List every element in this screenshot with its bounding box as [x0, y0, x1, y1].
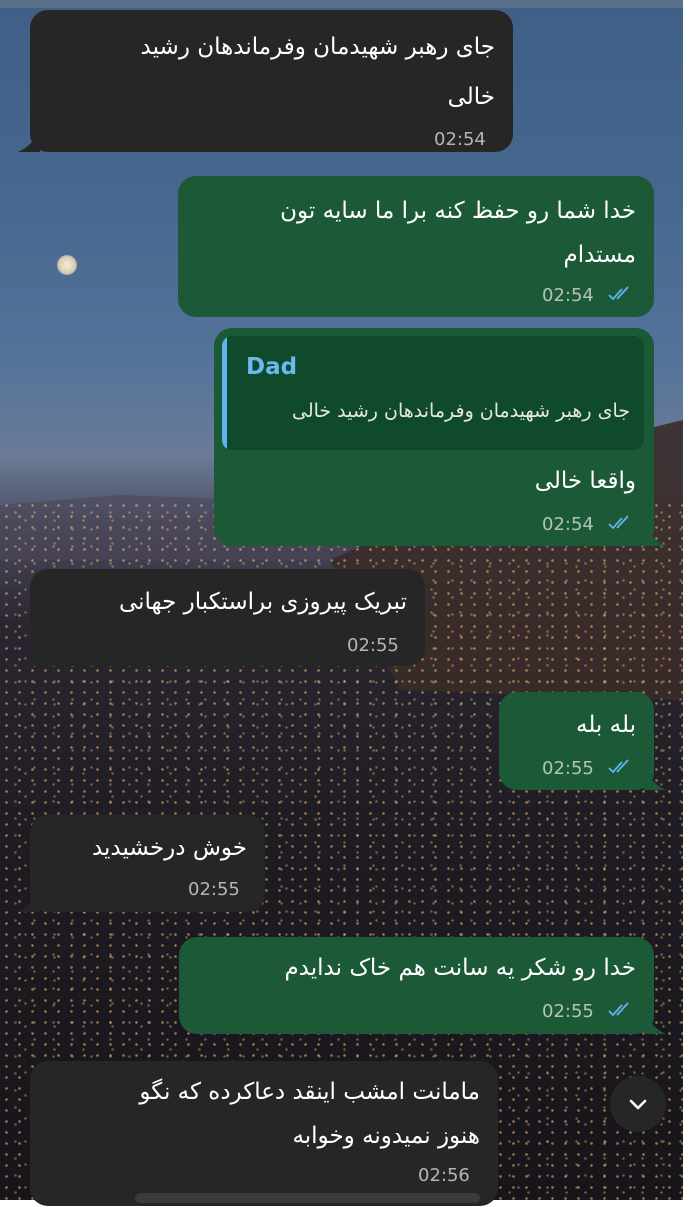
bubble-tail [644, 524, 666, 546]
message-line: تبریک پیروزی براستکبار جهانی [118, 589, 407, 615]
message-time: 02:54 [542, 285, 594, 306]
message-bubble-incoming[interactable]: مامانت امشب اینقد دعاکرده که نگو هنوز نم… [30, 1061, 498, 1206]
reply-quote[interactable]: Dad جای رهبر شهیدمان وفرماندهان رشید خال… [222, 336, 644, 450]
double-check-icon [608, 515, 629, 530]
message-time: 02:54 [542, 514, 594, 535]
double-check-icon [608, 286, 629, 301]
double-check-icon [608, 1002, 629, 1017]
message-bubble-incoming[interactable]: جای رهبر شهیدمان وفرماندهان رشید خالی 02… [30, 10, 513, 152]
bubble-tail [644, 1012, 666, 1034]
reply-text: جای رهبر شهیدمان وفرماندهان رشید خالی [291, 400, 630, 422]
message-line: جای رهبر شهیدمان وفرماندهان رشید [140, 34, 495, 60]
message-time: 02:55 [188, 879, 240, 900]
message-bubble-outgoing[interactable]: بله بله 02:55 [499, 692, 654, 790]
bubble-tail [18, 130, 40, 152]
message-bubble-outgoing[interactable]: خدا شما رو حفظ کنه برا ما سایه تون مستدا… [178, 176, 654, 317]
reply-sender-name: Dad [246, 354, 298, 380]
message-bubble-outgoing[interactable]: Dad جای رهبر شهیدمان وفرماندهان رشید خال… [214, 328, 654, 546]
chevron-down-icon [629, 1099, 647, 1110]
message-time: 02:54 [434, 129, 486, 150]
message-time: 02:55 [347, 635, 399, 656]
message-line: مستدام [563, 242, 636, 268]
message-line: خدا شما رو حفظ کنه برا ما سایه تون [280, 198, 636, 224]
message-time: 02:55 [542, 1001, 594, 1022]
scroll-to-bottom-button[interactable] [610, 1076, 666, 1132]
bubble-tail [18, 890, 40, 912]
bubble-tail [18, 644, 40, 666]
message-bubble-outgoing[interactable]: خدا رو شکر یه سانت هم خاک ندایدم 02:55 [179, 937, 654, 1034]
message-bubble-incoming[interactable]: خوش درخشیدید 02:55 [30, 815, 265, 912]
message-line: واقعا خالی [534, 468, 636, 494]
home-indicator [135, 1193, 480, 1203]
message-line: هنوز نمیدونه وخوابه [292, 1123, 480, 1149]
status-strip [0, 0, 683, 8]
message-time: 02:55 [542, 758, 594, 779]
double-check-icon [608, 759, 629, 774]
bubble-tail [644, 768, 666, 790]
message-time: 02:56 [418, 1165, 470, 1186]
message-line: خدا رو شکر یه سانت هم خاک ندایدم [284, 955, 636, 981]
message-line: خوش درخشیدید [91, 835, 247, 861]
message-line: مامانت امشب اینقد دعاکرده که نگو [139, 1079, 480, 1105]
message-line: خالی [447, 84, 495, 110]
reply-accent-bar [222, 336, 227, 450]
message-line: بله بله [575, 712, 636, 738]
message-bubble-incoming[interactable]: تبریک پیروزی براستکبار جهانی 02:55 [30, 569, 425, 666]
